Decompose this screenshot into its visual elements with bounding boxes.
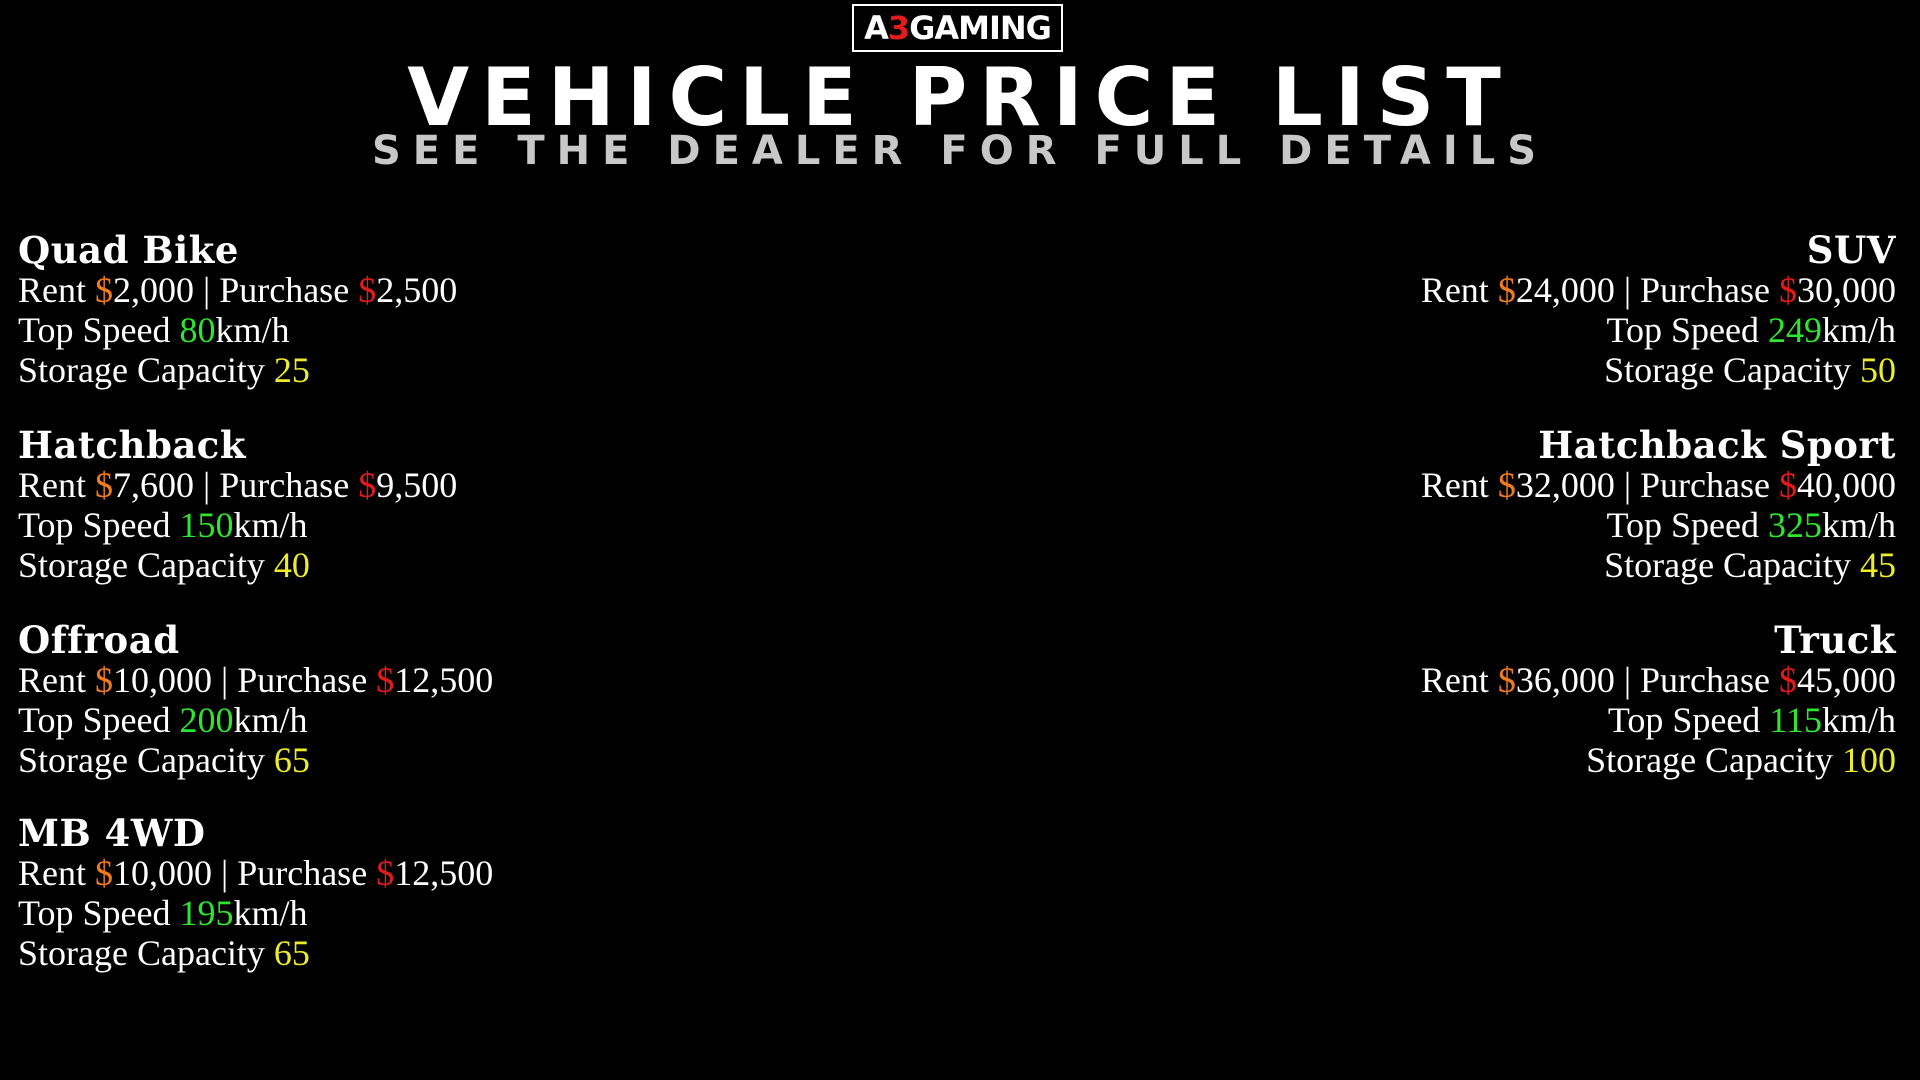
logo-text-gaming: GAMING	[909, 9, 1052, 47]
storage-value: 65	[273, 933, 310, 973]
vehicle-name: SUV	[1806, 228, 1896, 272]
rent-value: 2,000	[113, 270, 194, 310]
vehicle-storage-line: Storage Capacity 65	[18, 740, 310, 780]
vehicle-card-suv: SUV Rent $24,000 | Purchase $30,000 Top …	[1421, 230, 1896, 390]
rent-value: 10,000	[113, 660, 212, 700]
vehicle-name: Offroad	[18, 618, 180, 662]
speed-value: 80	[179, 310, 216, 350]
vehicle-storage-line: Storage Capacity 50	[1604, 350, 1896, 390]
vehicle-speed-line: Top Speed 80km/h	[18, 310, 290, 350]
vehicle-card-mb-4wd: MB 4WD Rent $10,000 | Purchase $12,500 T…	[18, 813, 493, 973]
speed-value: 325	[1767, 505, 1822, 545]
vehicle-name: Hatchback Sport	[1538, 423, 1896, 467]
vehicle-speed-line: Top Speed 249km/h	[1606, 310, 1896, 350]
purchase-value: 12,500	[394, 853, 494, 893]
speed-value: 200	[179, 700, 234, 740]
purchase-value: 2,500	[376, 270, 458, 310]
vehicle-card-truck: Truck Rent $36,000 | Purchase $45,000 To…	[1421, 620, 1896, 780]
vehicle-price-line: Rent $24,000 | Purchase $30,000	[1420, 270, 1896, 310]
vehicle-storage-line: Storage Capacity 40	[18, 545, 310, 585]
vehicle-speed-line: Top Speed 195km/h	[18, 893, 308, 933]
rent-value: 10,000	[113, 853, 212, 893]
vehicle-speed-line: Top Speed 200km/h	[18, 700, 308, 740]
storage-value: 65	[273, 740, 310, 780]
vehicle-card-hatchback-sport: Hatchback Sport Rent $32,000 | Purchase …	[1421, 425, 1896, 585]
vehicle-card-quad-bike: Quad Bike Rent $2,000 | Purchase $2,500 …	[18, 230, 457, 390]
purchase-value: 12,500	[394, 660, 494, 700]
vehicle-storage-line: Storage Capacity 65	[18, 933, 310, 973]
vehicle-storage-line: Storage Capacity 45	[1604, 545, 1896, 585]
vehicle-price-line: Rent $7,600 | Purchase $9,500	[18, 465, 458, 505]
speed-value: 249	[1767, 310, 1822, 350]
purchase-value: 9,500	[376, 465, 458, 505]
vehicle-speed-line: Top Speed 150km/h	[18, 505, 308, 545]
rent-value: 32,000	[1515, 465, 1615, 505]
speed-value: 150	[179, 505, 234, 545]
vehicle-storage-line: Storage Capacity 25	[18, 350, 310, 390]
storage-value: 40	[273, 545, 310, 585]
purchase-value: 30,000	[1797, 270, 1896, 310]
logo-text-a: A	[864, 9, 889, 47]
purchase-value: 40,000	[1797, 465, 1896, 505]
vehicle-price-line: Rent $32,000 | Purchase $40,000	[1420, 465, 1896, 505]
storage-value: 100	[1842, 740, 1896, 780]
vehicle-speed-line: Top Speed 325km/h	[1606, 505, 1896, 545]
storage-value: 50	[1860, 350, 1896, 390]
vehicle-storage-line: Storage Capacity 100	[1586, 740, 1896, 780]
speed-value: 195	[179, 893, 234, 933]
vehicle-name: Hatchback	[18, 423, 246, 467]
vehicle-card-hatchback: Hatchback Rent $7,600 | Purchase $9,500 …	[18, 425, 457, 585]
rent-value: 7,600	[113, 465, 194, 505]
vehicle-card-offroad: Offroad Rent $10,000 | Purchase $12,500 …	[18, 620, 493, 780]
storage-value: 45	[1860, 545, 1896, 585]
rent-value: 24,000	[1515, 270, 1615, 310]
vehicle-price-line: Rent $10,000 | Purchase $12,500	[18, 853, 494, 893]
a3gaming-logo: A 3 GAMING	[852, 4, 1063, 52]
vehicle-price-line: Rent $36,000 | Purchase $45,000	[1420, 660, 1896, 700]
purchase-value: 45,000	[1797, 660, 1896, 700]
speed-value: 115	[1769, 700, 1822, 740]
vehicle-price-line: Rent $10,000 | Purchase $12,500	[18, 660, 494, 700]
page-title: Vehicle Price List	[407, 51, 1513, 144]
vehicle-name: MB 4WD	[18, 811, 206, 855]
storage-value: 25	[273, 350, 310, 390]
vehicle-price-line: Rent $2,000 | Purchase $2,500	[18, 270, 458, 310]
vehicle-name: Quad Bike	[18, 228, 239, 272]
vehicle-speed-line: Top Speed 115km/h	[1607, 700, 1896, 740]
page-subtitle: See the dealer for full details	[371, 128, 1549, 174]
logo-text-accent: 3	[887, 9, 910, 47]
rent-value: 36,000	[1515, 660, 1615, 700]
vehicle-name: Truck	[1774, 618, 1896, 662]
